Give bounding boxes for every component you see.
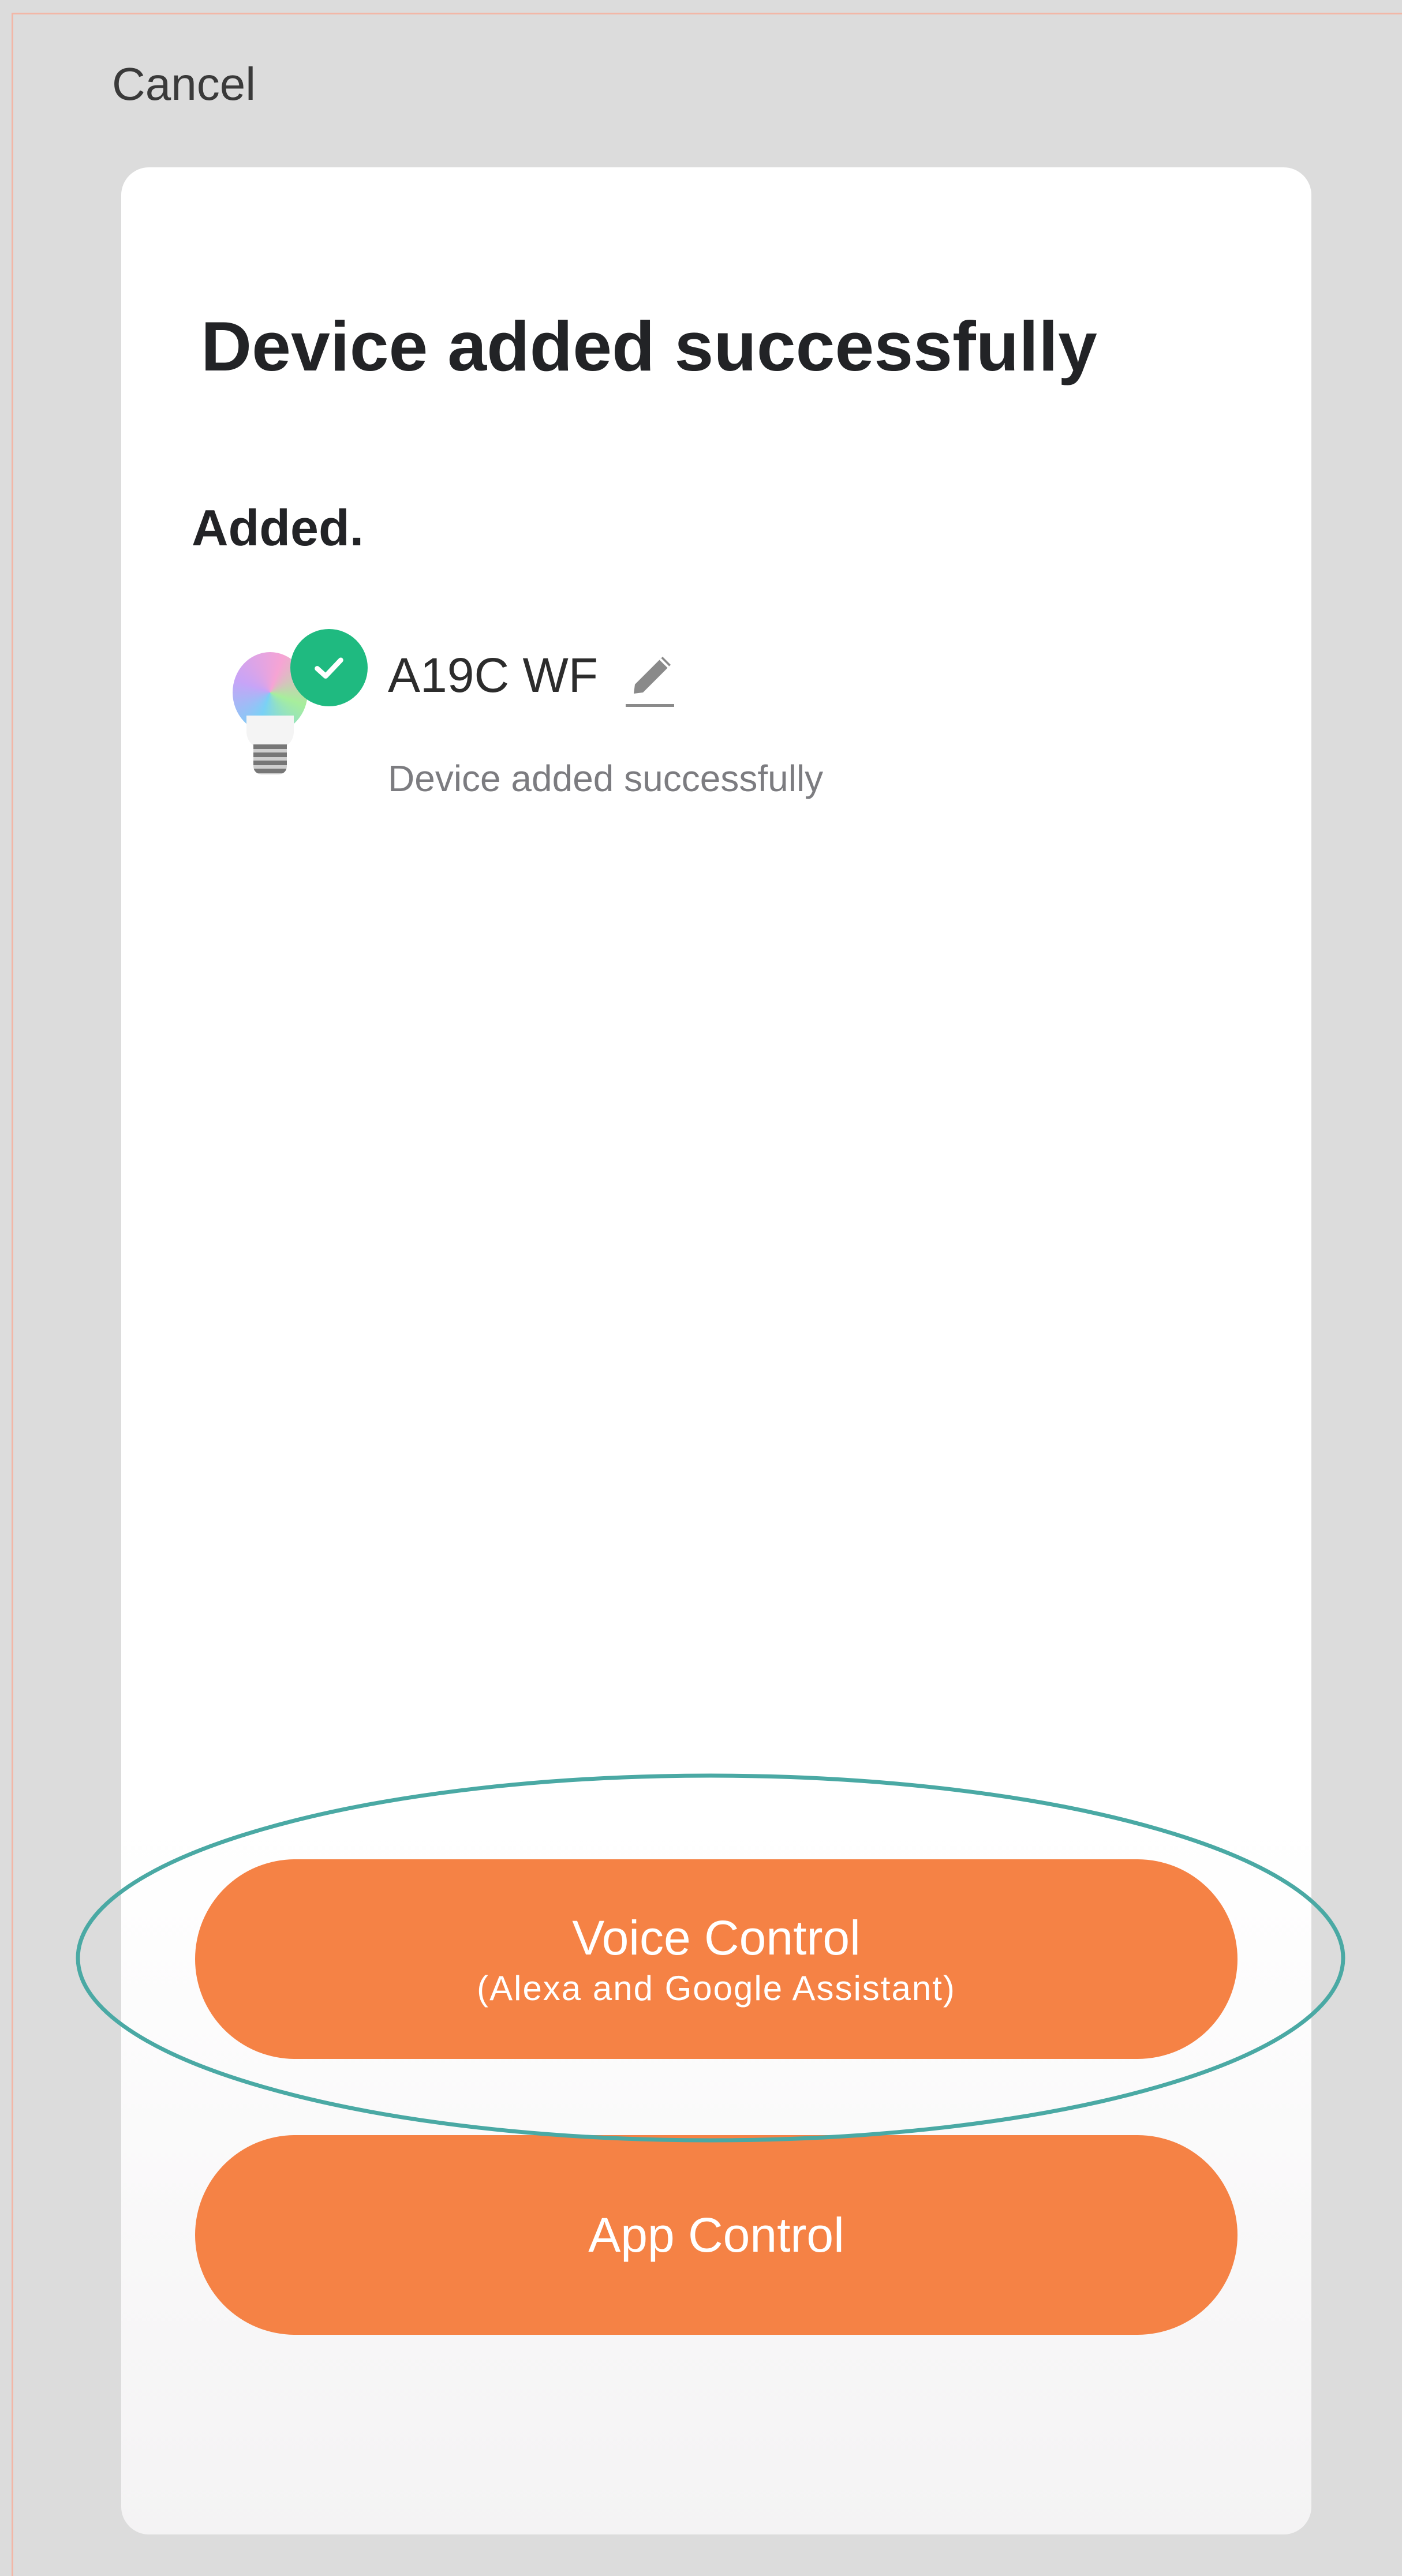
edit-name-icon[interactable]: [622, 649, 678, 712]
voice-control-button[interactable]: Voice Control (Alexa and Google Assistan…: [195, 1859, 1238, 2059]
device-name: A19C WF: [388, 648, 599, 702]
bulb-base: [253, 744, 287, 774]
cancel-button[interactable]: Cancel: [112, 58, 256, 111]
device-icon: [228, 629, 372, 779]
voice-control-sublabel: (Alexa and Google Assistant): [477, 1968, 956, 2008]
voice-control-label: Voice Control: [572, 1911, 861, 1965]
page-title: Device added successfully: [201, 307, 1097, 385]
check-icon: [290, 629, 368, 706]
device-status: Device added successfully: [388, 758, 824, 799]
section-label: Added.: [192, 499, 364, 556]
app-control-label: App Control: [588, 2207, 844, 2262]
app-control-button[interactable]: App Control: [195, 2135, 1238, 2335]
